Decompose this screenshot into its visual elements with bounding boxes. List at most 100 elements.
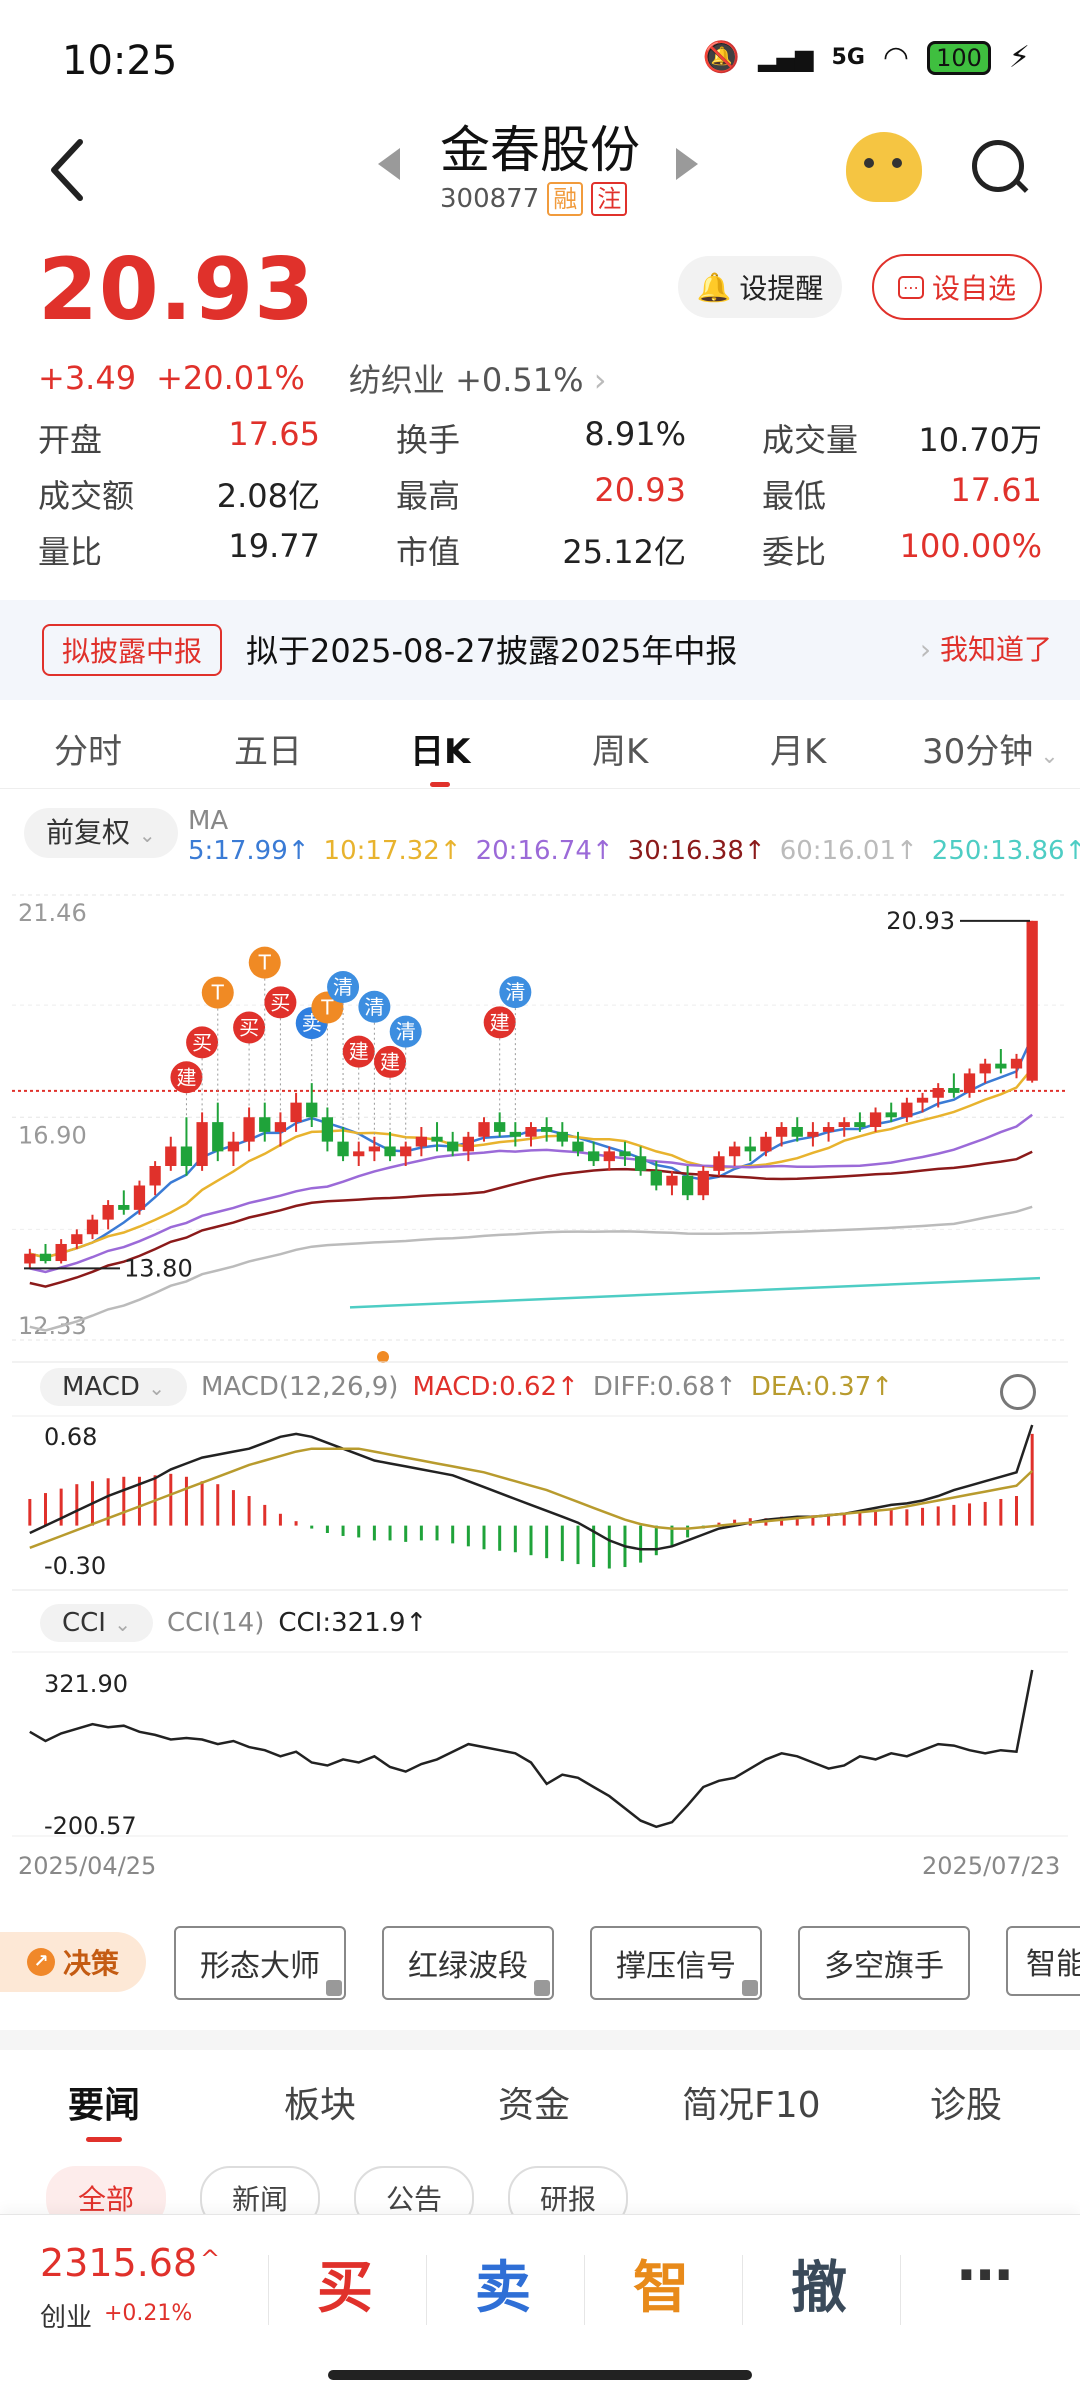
tab-daily-k[interactable]: 日K [410,724,470,787]
index-change: +0.21% [104,2301,193,2326]
candle-body [995,1063,1007,1069]
indicator-settings-icon[interactable] [1000,1374,1036,1410]
candle-body [353,1151,365,1157]
more-icon[interactable]: ⋯ [910,2243,1060,2308]
wifi-icon: ◠ [882,40,910,75]
macd-value: MACD:0.62↑ [412,1372,579,1402]
quote-cell: 开盘 17.65 [38,415,320,461]
home-indicator[interactable] [328,2370,752,2380]
notice-dismiss-button[interactable]: › 我知道了 [920,628,1052,668]
candle-body [243,1117,255,1142]
cancel-order-button[interactable]: 撤 [744,2243,894,2324]
candle-body [306,1102,318,1118]
chevron-down-icon: ⌄ [114,1612,132,1636]
candle-body [71,1234,83,1244]
quote-label: 委比 [762,533,827,571]
adjust-select[interactable]: 前复权 ⌄ [24,808,178,858]
macd-select[interactable]: MACD ⌄ [40,1368,187,1406]
candle-body [541,1127,553,1132]
tool-smart[interactable]: 智能 [1006,1926,1080,1996]
candle-body [838,1122,850,1128]
ma-value: 250:13.86↑ [931,836,1080,866]
cci-value: CCI:321.9↑ [278,1608,428,1638]
ma-legend: MA 5:17.99↑ 10:17.32↑ 20:16.74↑ 30:16.38↑ 60… [188,806,1080,866]
candle-body [525,1127,537,1137]
candle-body [384,1146,396,1157]
trade-marker-label: 清 [364,995,384,1019]
decision-label: 决策 [62,1947,119,1980]
quote-cell: 市值 25.12亿 [396,527,686,573]
quote-value: 100.00% [899,527,1042,565]
tab-five-day[interactable]: 五日 [234,724,302,773]
status-bar: 10:25 🔕 ▂▄▆ 5G ◠ 100 ⚡ [0,0,1080,110]
tool-red-green-wave[interactable]: 红绿波段 [382,1926,554,2000]
add-favorite-button[interactable]: ⋯ 设自选 [872,254,1042,320]
candle-body [634,1156,647,1171]
last-price: 20.93 [38,240,316,340]
note-tag: 注 [591,182,628,216]
quote-label: 市值 [396,533,461,571]
trade-marker-label: T [258,951,272,975]
date-end: 2025/07/23 [922,1852,1061,1880]
up-arrow-icon: ^ [200,2245,221,2273]
quote-row: 成交额 2.08亿 最高 20.93 最低 17.61 [38,466,1042,522]
quote-label: 最高 [396,477,461,515]
candle-body [415,1136,428,1147]
candle-body [39,1253,52,1262]
buy-button[interactable]: 买 [270,2243,420,2324]
trade-marker-label: 买 [192,1030,212,1054]
search-icon[interactable] [972,140,1024,192]
cci-min-label: -200.57 [44,1812,137,1840]
index-value[interactable]: 2315.68 [40,2241,197,2285]
candle-body [807,1131,819,1137]
tab-30min[interactable]: 30分钟 ⌄ [922,724,1059,773]
divider [742,2255,743,2325]
tab-news-highlights[interactable]: 要闻 [68,2076,140,2142]
tab-diagnosis[interactable]: 诊股 [930,2076,1002,2128]
tool-pattern-master[interactable]: 形态大师 [174,1926,346,2000]
mascot-icon[interactable] [846,132,922,202]
candle-body [431,1136,443,1142]
industry-link[interactable]: 纺织业 +0.51% › [349,355,607,401]
sell-button[interactable]: 卖 [428,2243,578,2324]
candle-body [760,1136,772,1152]
smart-button[interactable]: 智 [586,2243,736,2324]
index-name: 创业 [40,2303,93,2333]
macd-title: MACD(12,26,9) [200,1372,399,1402]
y-tick-label: 16.90 [18,1121,87,1149]
candle-body [337,1141,349,1157]
candle-body [979,1063,991,1074]
tool-bull-bear[interactable]: 多空旗手 [798,1926,970,2000]
candle-body [55,1243,67,1262]
stock-chart-area[interactable]: 21.4616.9012.3320.9313.80建买T买T买卖T清建清建清 建清… [0,880,1080,1850]
tab-sector[interactable]: 板块 [284,2076,356,2128]
trade-marker-label: 建 [380,1050,400,1074]
tab-weekly-k[interactable]: 周K [592,724,648,773]
quote-value: 10.70万 [918,421,1042,459]
tab-f10[interactable]: 简况F10 [682,2076,821,2128]
quote-label: 开盘 [38,421,103,459]
tab-timeshare[interactable]: 分时 [54,724,122,773]
stock-code: 300877 [440,184,540,214]
notice-banner[interactable]: 拟披露中报 拟于2025-08-27披露2025年中报 › 我知道了 [0,600,1080,700]
decision-button[interactable]: ↗ 决策 [0,1932,146,1992]
candle-body [681,1175,694,1196]
candle-body [728,1146,741,1157]
macd-min-label: -0.30 [44,1552,106,1580]
quote-label: 最低 [762,477,827,515]
y-tick-label: 12.33 [18,1312,87,1340]
candle-body [666,1175,678,1186]
candle-body [227,1141,240,1152]
cci-select[interactable]: CCI ⌄ [40,1604,154,1642]
tab-monthly-k[interactable]: 月K [770,724,826,773]
set-alert-button[interactable]: 🔔 设提醒 [678,256,842,318]
tab-30min-label: 30分钟 [922,732,1034,772]
ma-value: 60:16.01↑ [779,836,918,866]
quote-value: 17.61 [950,471,1042,509]
tool-support-signal[interactable]: 撑压信号 [590,1926,762,2000]
next-stock-icon[interactable] [676,148,698,180]
chevron-right-icon: › [919,633,932,666]
candle-body [321,1117,334,1142]
tab-funds[interactable]: 资金 [498,2076,570,2128]
cci-line [29,1669,1034,1829]
